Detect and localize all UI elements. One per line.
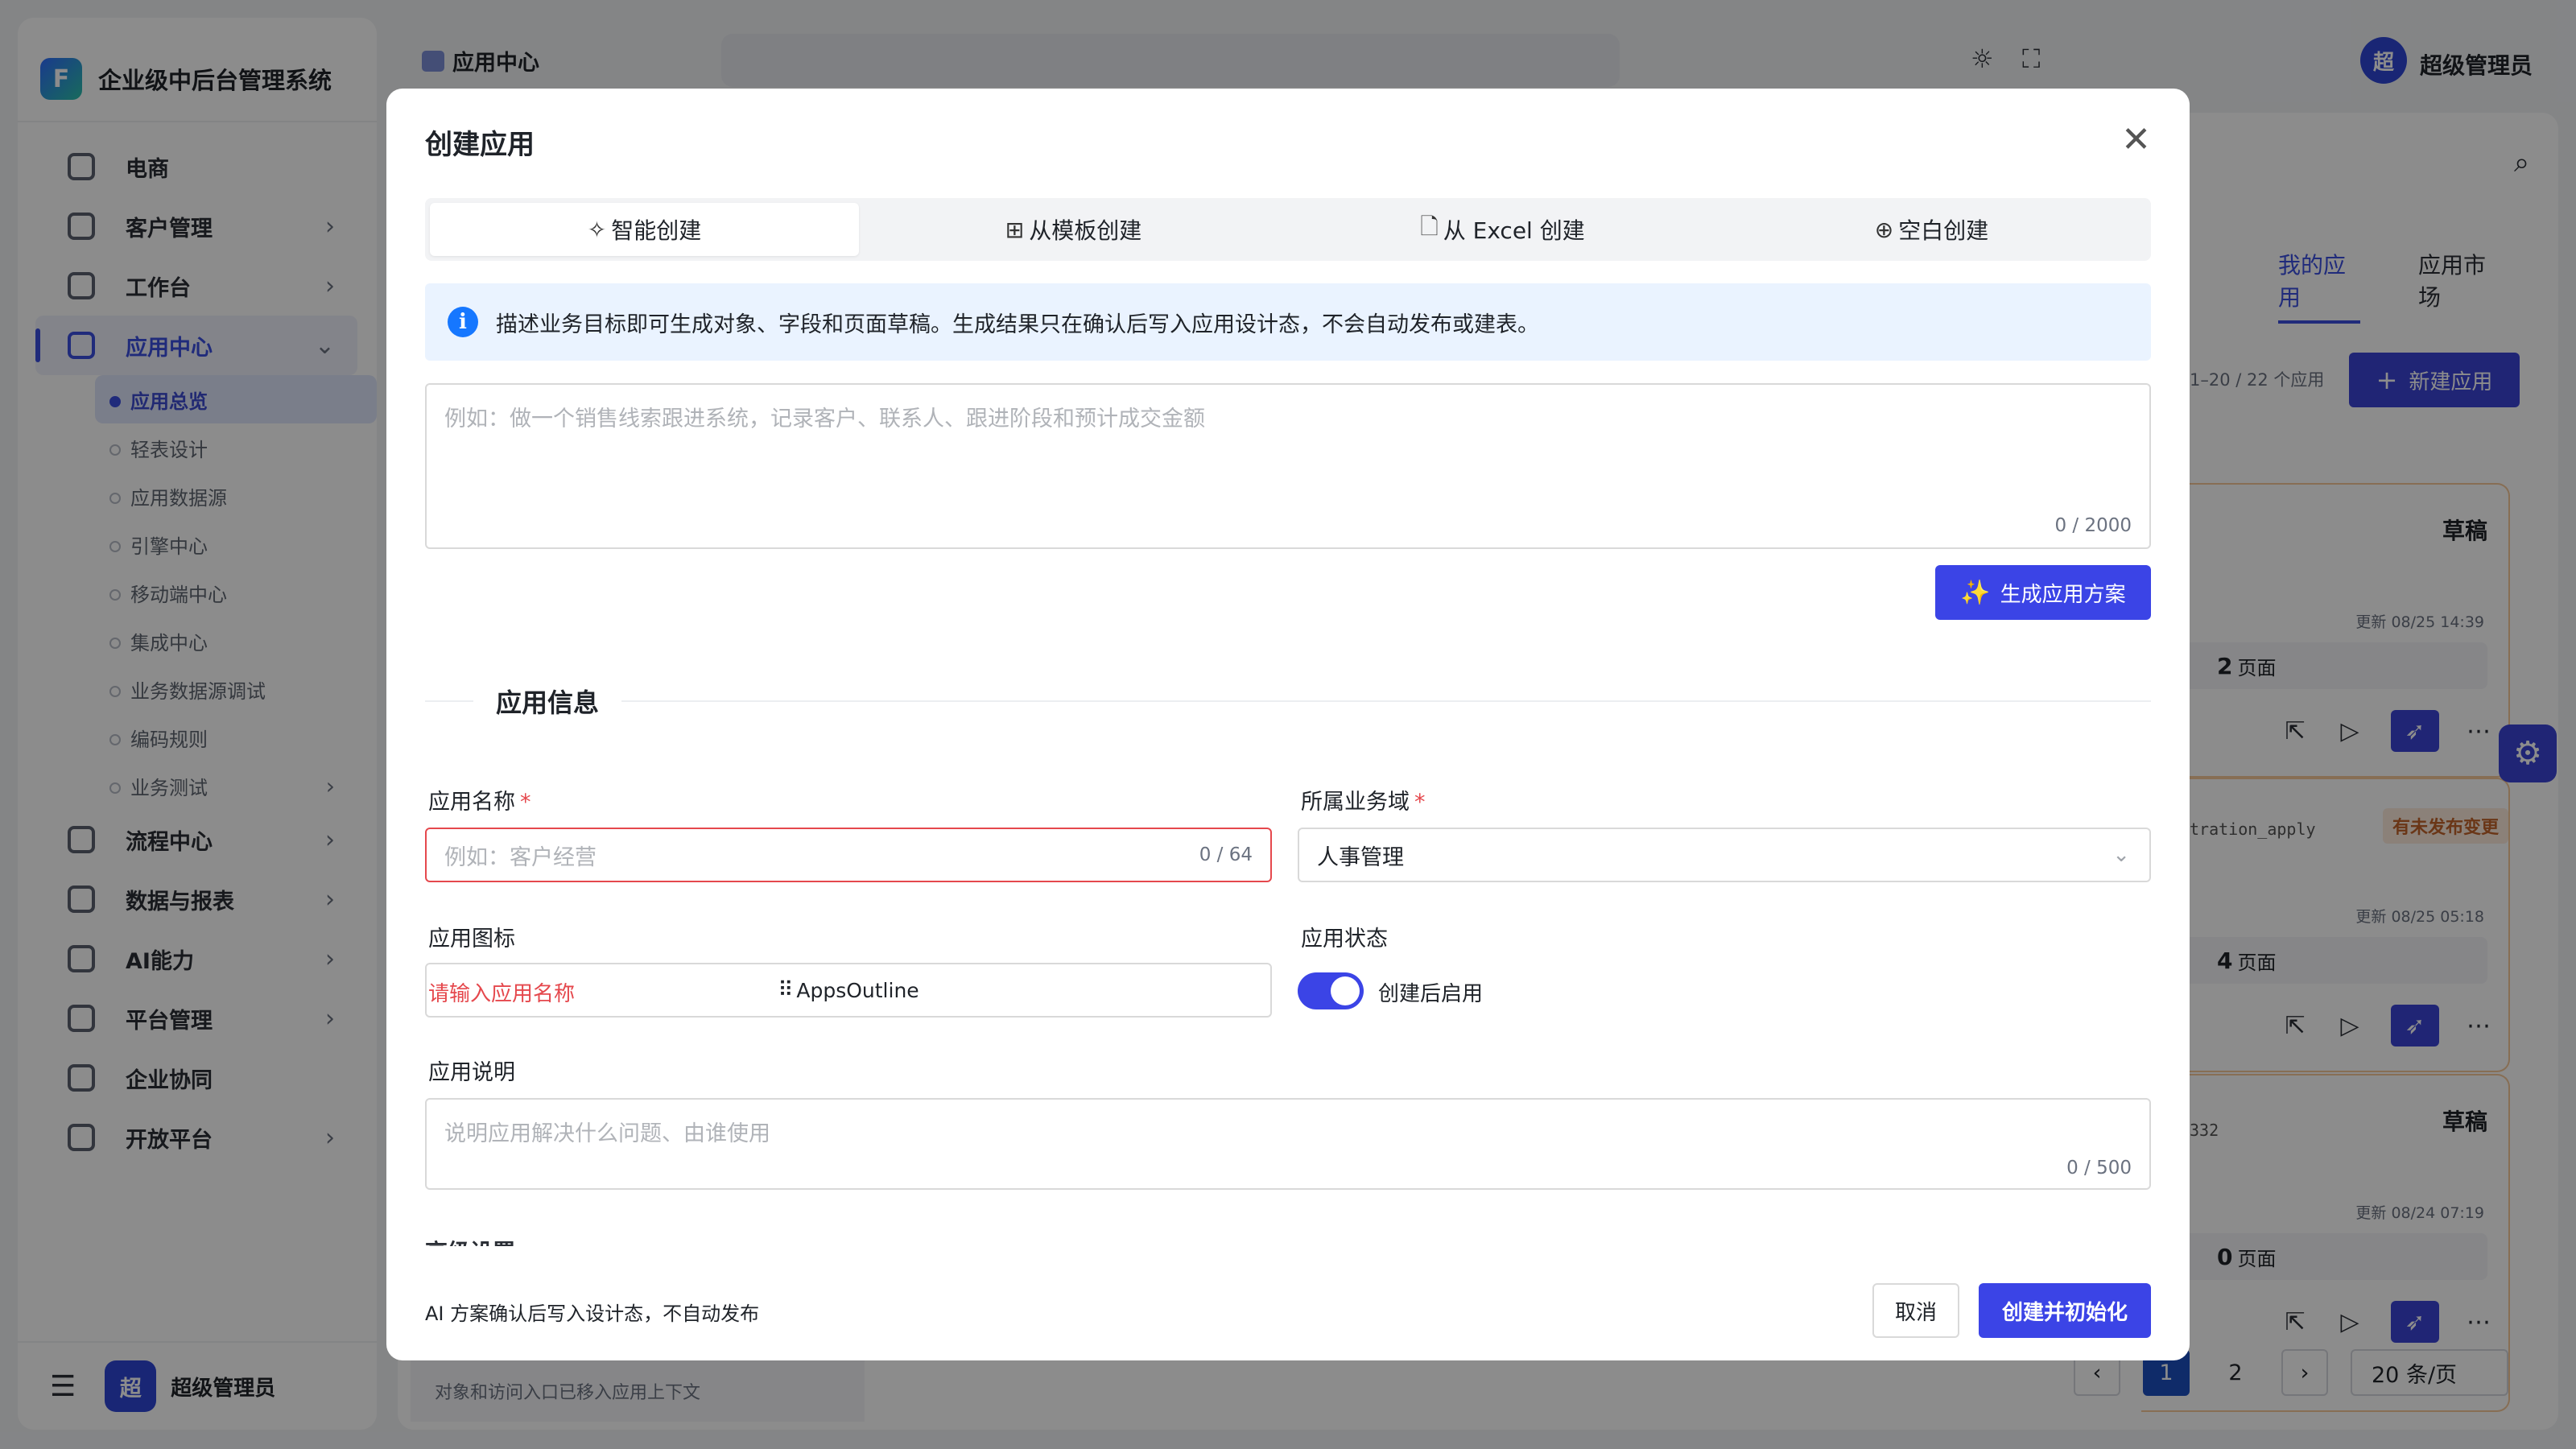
advanced-settings-label: 高级设置 [425,1235,908,1246]
textarea-char-count: 0 / 500 [2066,1158,2132,1179]
create-app-modal: 创建应用 ✕ ✧ 智能创建 ⊞ 从模板创建 🗋 从 Excel 创建 ⊕ 空白创… [386,89,2190,1360]
alert-text: 描述业务目标即可生成对象、字段和页面草稿。生成结果只在确认后写入应用设计态，不会… [496,312,1539,337]
tab-label: 空白创建 [1898,217,1989,244]
divider-line [621,700,2151,702]
plus-circle-icon: ⊕ [1874,216,1894,243]
template-grid-icon: ⊞ [1005,216,1025,243]
info-alert: i 描述业务目标即可生成对象、字段和页面草稿。生成结果只在确认后写入应用设计态，… [425,283,2151,361]
divider-line [425,700,473,702]
tab-excel-create[interactable]: 🗋 从 Excel 创建 [1288,203,1717,256]
required-mark: * [520,790,531,815]
ai-prompt-textarea[interactable]: 例如：做一个销售线索跟进系统，记录客户、联系人、跟进阶段和预计成交金额 0 / … [425,383,2151,549]
generate-plan-button[interactable]: ✨ 生成应用方案 [1935,565,2151,620]
input-char-count: 0 / 64 [1199,844,1253,865]
icon-name: AppsOutline [796,978,919,1002]
footer-note: AI 方案确认后写入设计态，不自动发布 [425,1302,760,1325]
section-title: 应用信息 [496,687,600,718]
tab-smart-create[interactable]: ✧ 智能创建 [430,203,859,256]
app-name-input[interactable]: 例如：客户经营 0 / 64 [425,828,1272,882]
app-icon-label: 应用图标 [428,927,515,952]
create-mode-tabs: ✧ 智能创建 ⊞ 从模板创建 🗋 从 Excel 创建 ⊕ 空白创建 [425,198,2151,261]
prompt-placeholder: 例如：做一个销售线索跟进系统，记录客户、联系人、跟进阶段和预计成交金额 [444,407,1205,431]
description-textarea[interactable]: 说明应用解决什么问题、由谁使用 0 / 500 [425,1098,2151,1190]
tab-label: 从模板创建 [1029,217,1142,244]
apps-outline-icon: ⠿ [778,978,794,1002]
cancel-button[interactable]: 取消 [1872,1283,1959,1338]
chevron-down-icon: ⌄ [2112,843,2130,867]
toggle-label: 创建后启用 [1378,982,1484,1006]
modal-title: 创建应用 [425,129,535,161]
tab-label: 智能创建 [611,217,702,244]
domain-select[interactable]: 人事管理 ⌄ [1298,828,2151,882]
tab-blank-create[interactable]: ⊕ 空白创建 [1717,203,2146,256]
select-value: 人事管理 [1317,844,1404,870]
required-mark: * [1414,790,1426,815]
app-name-label: 应用名称 * [428,784,531,815]
advanced-settings-peek[interactable]: 高级设置 [425,1232,908,1246]
sparkle-icon: ✧ [587,216,607,243]
create-and-init-button[interactable]: 创建并初始化 [1979,1283,2151,1338]
section-divider: 应用信息 [425,683,2151,720]
close-icon[interactable]: ✕ [2121,122,2151,158]
textarea-placeholder: 说明应用解决什么问题、由谁使用 [444,1121,770,1146]
sparkle-icon: ✨ [1960,578,1991,607]
description-label: 应用说明 [428,1060,515,1085]
input-placeholder: 例如：客户经营 [444,844,597,870]
modal-footer: AI 方案确认后写入设计态，不自动发布 取消 创建并初始化 [386,1248,2190,1360]
tab-label: 从 Excel 创建 [1443,217,1585,244]
domain-label: 所属业务域 * [1301,784,1426,815]
toggle-knob [1331,976,1360,1005]
label-text: 应用名称 [428,790,515,815]
label-text: 所属业务域 [1301,790,1410,815]
tab-template-create[interactable]: ⊞ 从模板创建 [859,203,1288,256]
info-icon: i [448,307,478,337]
generate-plan-label: 生成应用方案 [2000,582,2126,607]
prompt-char-count: 0 / 2000 [2054,515,2132,536]
file-icon: 🗋 [1420,213,1439,240]
app-icon-picker[interactable]: ⠿ AppsOutline [425,963,1272,1018]
enable-toggle[interactable] [1298,972,1364,1009]
app-status-label: 应用状态 [1301,927,1388,952]
